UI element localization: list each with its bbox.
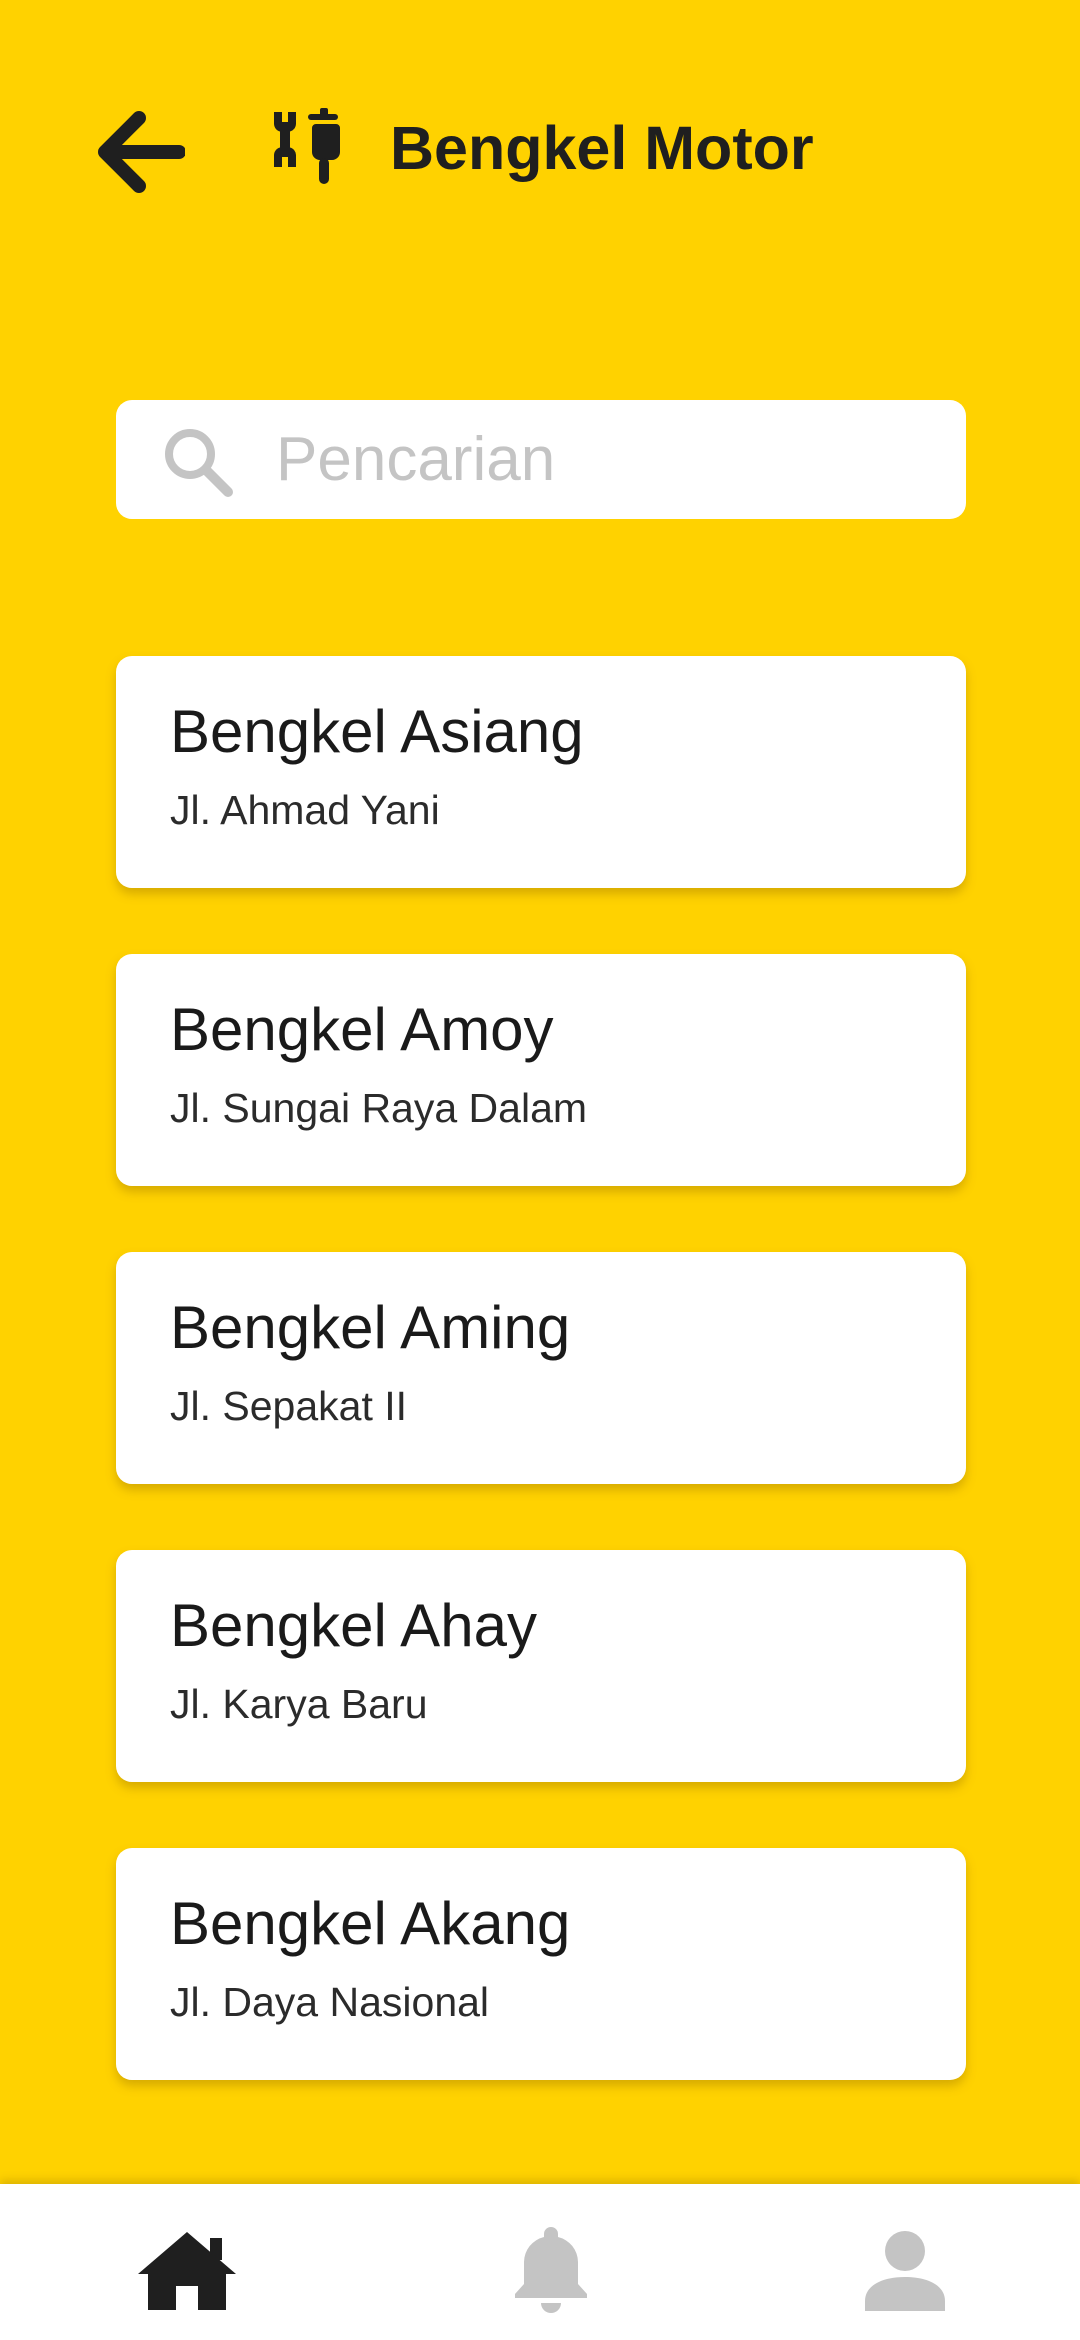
- search-input[interactable]: [276, 400, 936, 519]
- nav-profile-button[interactable]: [850, 2222, 960, 2318]
- workshop-card[interactable]: Bengkel Ahay Jl. Karya Baru: [116, 1550, 966, 1782]
- nav-home-button[interactable]: [132, 2222, 242, 2318]
- search-icon: [165, 429, 233, 497]
- workshop-name: Bengkel Amoy: [170, 996, 554, 1063]
- workshop-address: Jl. Sepakat II: [170, 1383, 408, 1429]
- workshop-name: Bengkel Asiang: [170, 698, 584, 765]
- bottom-navigation: [0, 2184, 1080, 2340]
- back-button[interactable]: [88, 100, 192, 204]
- app-header: Bengkel Motor: [0, 0, 1080, 300]
- workshop-name: Bengkel Aming: [170, 1294, 571, 1361]
- nav-notifications-button[interactable]: [496, 2222, 606, 2318]
- workshop-name: Bengkel Ahay: [170, 1592, 537, 1659]
- workshop-card[interactable]: Bengkel Akang Jl. Daya Nasional: [116, 1848, 966, 2080]
- workshop-address: Jl. Karya Baru: [170, 1681, 428, 1727]
- home-icon: [138, 2232, 236, 2310]
- page-title: Bengkel Motor: [390, 114, 814, 182]
- search-bar[interactable]: [116, 400, 966, 519]
- workshop-address: Jl. Daya Nasional: [170, 1979, 490, 2025]
- user-icon: [865, 2231, 945, 2311]
- workshop-list: Bengkel Asiang Jl. Ahmad Yani Bengkel Am…: [116, 656, 966, 2146]
- workshop-address: Jl. Ahmad Yani: [170, 787, 440, 833]
- bell-icon: [515, 2227, 587, 2313]
- wrench-scooter-icon: [274, 108, 340, 184]
- workshop-card[interactable]: Bengkel Asiang Jl. Ahmad Yani: [116, 656, 966, 888]
- arrow-left-icon: [98, 111, 185, 193]
- workshop-address: Jl. Sungai Raya Dalam: [170, 1085, 588, 1131]
- workshop-name: Bengkel Akang: [170, 1890, 571, 1957]
- workshop-card[interactable]: Bengkel Aming Jl. Sepakat II: [116, 1252, 966, 1484]
- workshop-card[interactable]: Bengkel Amoy Jl. Sungai Raya Dalam: [116, 954, 966, 1186]
